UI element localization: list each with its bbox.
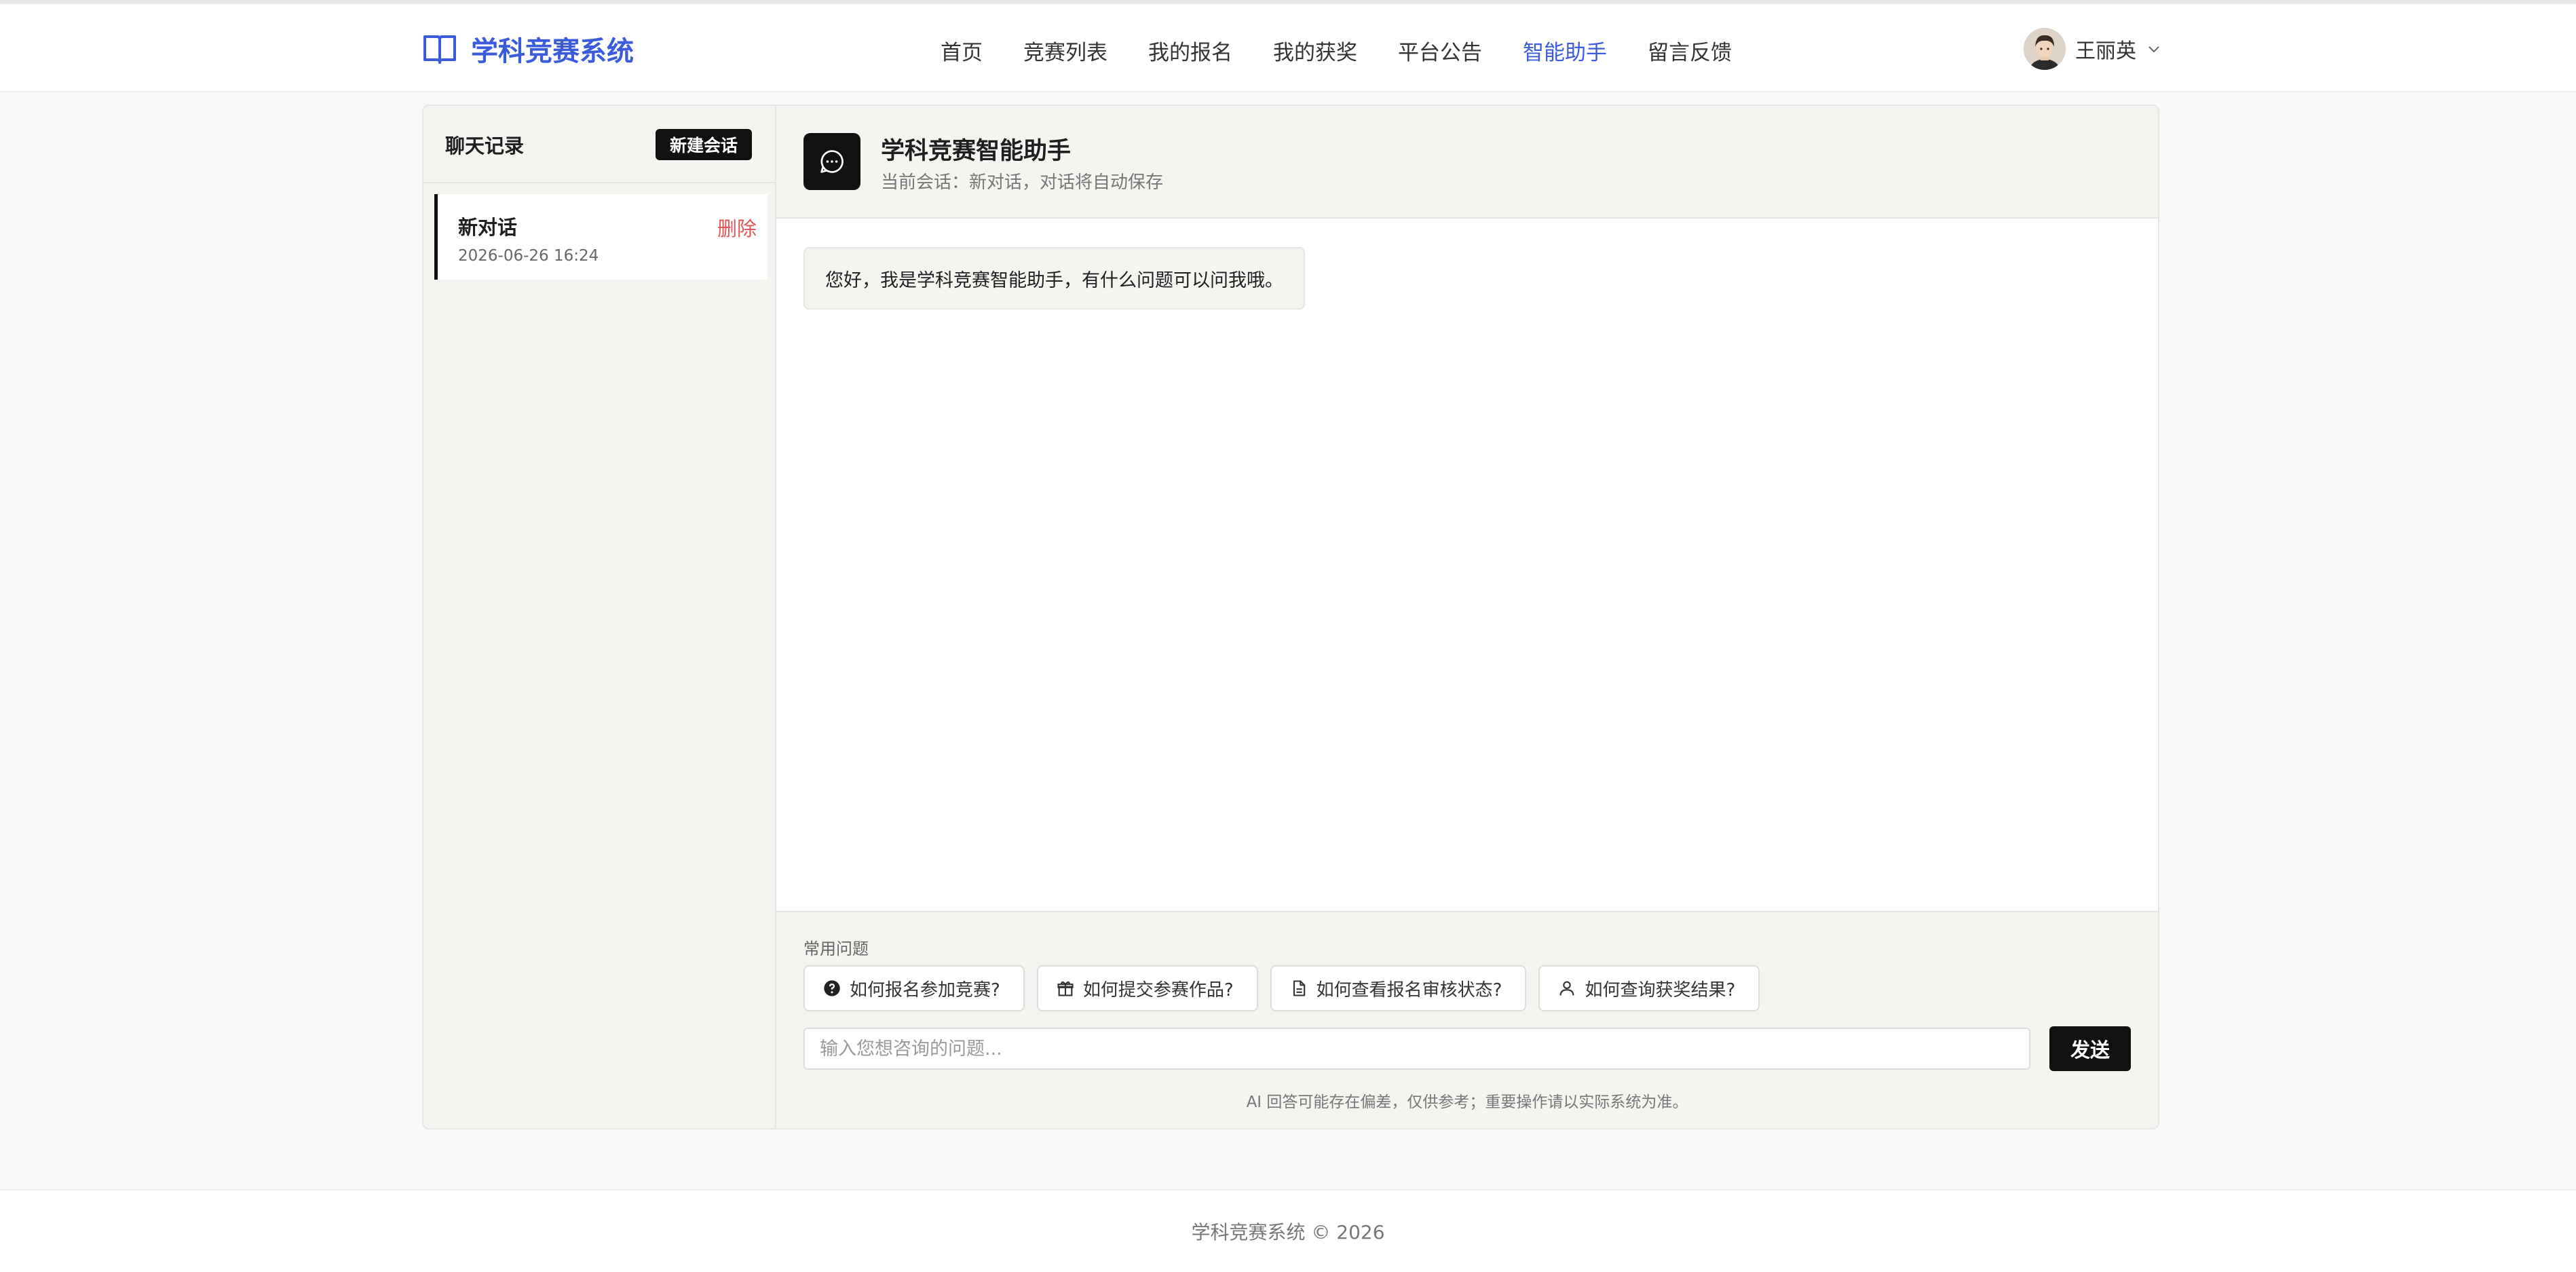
nav-announcements[interactable]: 平台公告	[1398, 35, 1482, 66]
nav-my-awards[interactable]: 我的获奖	[1273, 35, 1357, 66]
footer-copyright: 学科竞赛系统 © 2026	[1191, 1221, 1385, 1243]
faq-chip[interactable]: 如何报名参加竞赛?	[803, 965, 1025, 1011]
assistant-message: 您好，我是学科竞赛智能助手，有什么问题可以问我哦。	[803, 247, 1305, 310]
user-icon	[1560, 981, 1574, 996]
faq-chip[interactable]: 如何提交参赛作品?	[1036, 965, 1258, 1011]
chevron-down-icon	[2148, 46, 2159, 53]
question-circle-icon	[824, 980, 840, 996]
book-icon	[423, 35, 456, 64]
conversation-time: 2026-06-26 16:24	[458, 247, 599, 265]
faq-chip[interactable]: 如何查询获奖结果?	[1538, 965, 1760, 1011]
chat-history-sidebar: 聊天记录 新建会话 新对话 2026-06-26 16:24 删除	[423, 106, 776, 1128]
faq-text: 如何报名参加竞赛?	[850, 979, 1000, 1000]
faq-list: 如何报名参加竞赛? 如何提交参赛作品? 如何查看报名审核状态? 如何查询获奖结果…	[803, 965, 1772, 1011]
user-name: 王丽英	[2075, 39, 2136, 63]
conversation-title: 新对话	[458, 216, 518, 239]
nav-assistant[interactable]: 智能助手	[1523, 35, 1607, 66]
gift-icon	[1057, 981, 1074, 996]
faq-text: 如何查询获奖结果?	[1585, 979, 1736, 1000]
faq-chip[interactable]: 如何查看报名审核状态?	[1270, 965, 1527, 1011]
brand-title: 学科竞赛系统	[471, 36, 634, 67]
top-header: 学科竞赛系统 首页 竞赛列表 我的报名 我的获奖 平台公告 智能助手 留言反馈 …	[0, 4, 2576, 92]
sidebar-title: 聊天记录	[445, 134, 525, 157]
faq-text: 如何查看报名审核状态?	[1316, 979, 1502, 1000]
user-menu[interactable]: 王丽英	[2024, 27, 2162, 71]
nav-competitions[interactable]: 竞赛列表	[1023, 35, 1107, 66]
faq-text: 如何提交参赛作品?	[1082, 979, 1234, 1000]
delete-conversation-button[interactable]: 删除	[717, 213, 757, 242]
avatar	[2024, 28, 2066, 70]
chat-subtitle: 当前会话：新对话，对话将自动保存	[881, 172, 1164, 193]
page-footer: 学科竞赛系统 © 2026	[0, 1189, 2576, 1272]
sidebar-header: 聊天记录 新建会话	[423, 106, 775, 183]
chat-bubble-icon	[803, 133, 860, 190]
nav-feedback[interactable]: 留言反馈	[1648, 35, 1732, 66]
new-conversation-button[interactable]: 新建会话	[656, 129, 752, 160]
composer-area: 常用问题 如何报名参加竞赛? 如何提交参赛作品? 如何查看报名审核状态? 如何查…	[776, 911, 2158, 1128]
ai-disclaimer: AI 回答可能存在偏差，仅供参考；重要操作请以实际系统为准。	[1246, 1093, 1688, 1111]
document-icon	[1293, 980, 1305, 996]
question-input[interactable]	[803, 1028, 2030, 1070]
nav-home[interactable]: 首页	[941, 35, 983, 66]
conversation-item[interactable]: 新对话 2026-06-26 16:24 删除	[434, 194, 768, 280]
chat-header: 学科竞赛智能助手 当前会话：新对话，对话将自动保存	[776, 106, 2158, 219]
brand[interactable]: 学科竞赛系统	[422, 29, 634, 69]
chat-panel: 聊天记录 新建会话 新对话 2026-06-26 16:24 删除 学科竞赛智能…	[422, 105, 2159, 1129]
faq-label: 常用问题	[803, 939, 869, 958]
chat-title: 学科竞赛智能助手	[881, 138, 1072, 165]
nav-my-registrations[interactable]: 我的报名	[1148, 35, 1232, 66]
main-nav: 首页 竞赛列表 我的报名 我的获奖 平台公告 智能助手 留言反馈	[941, 31, 1773, 69]
send-button[interactable]: 发送	[2049, 1026, 2131, 1071]
